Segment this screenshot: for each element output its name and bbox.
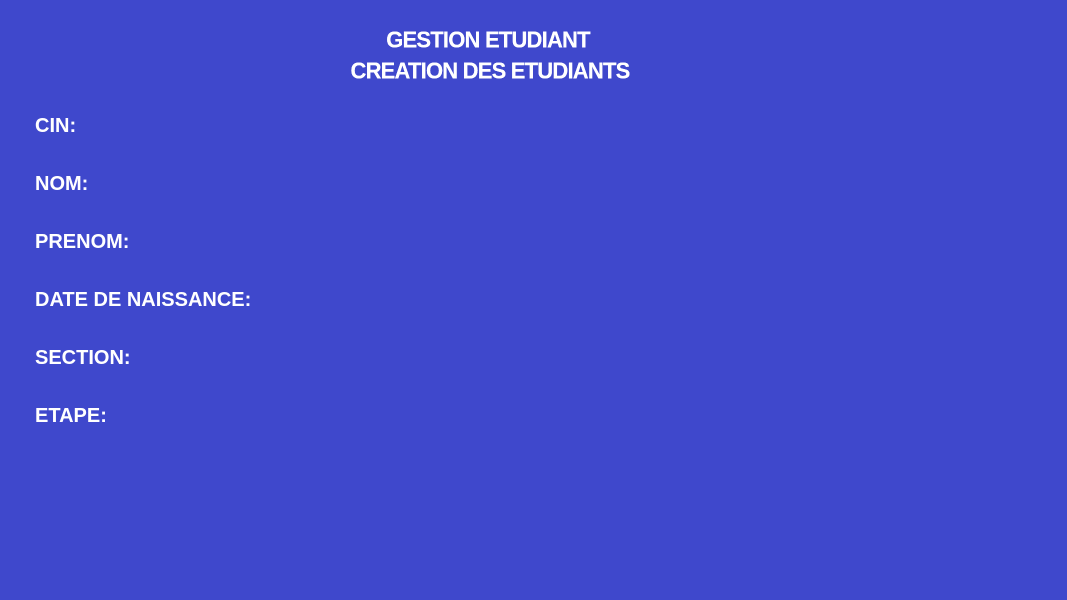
prenom-label: PRENOM: (35, 231, 130, 253)
page-title: GESTION ETUDIANT (386, 26, 590, 53)
cin-label: CIN: (35, 115, 77, 137)
nom-label: NOM: (35, 173, 89, 195)
section-label: SECTION: (35, 347, 131, 369)
date-de-naissance-label: DATE DE NAISSANCE: (35, 289, 252, 311)
student-creation-screen: GESTION ETUDIANT CREATION DES ETUDIANTS … (0, 0, 1067, 600)
page-subtitle: CREATION DES ETUDIANTS (350, 57, 630, 84)
etape-label: ETAPE: (35, 405, 107, 427)
